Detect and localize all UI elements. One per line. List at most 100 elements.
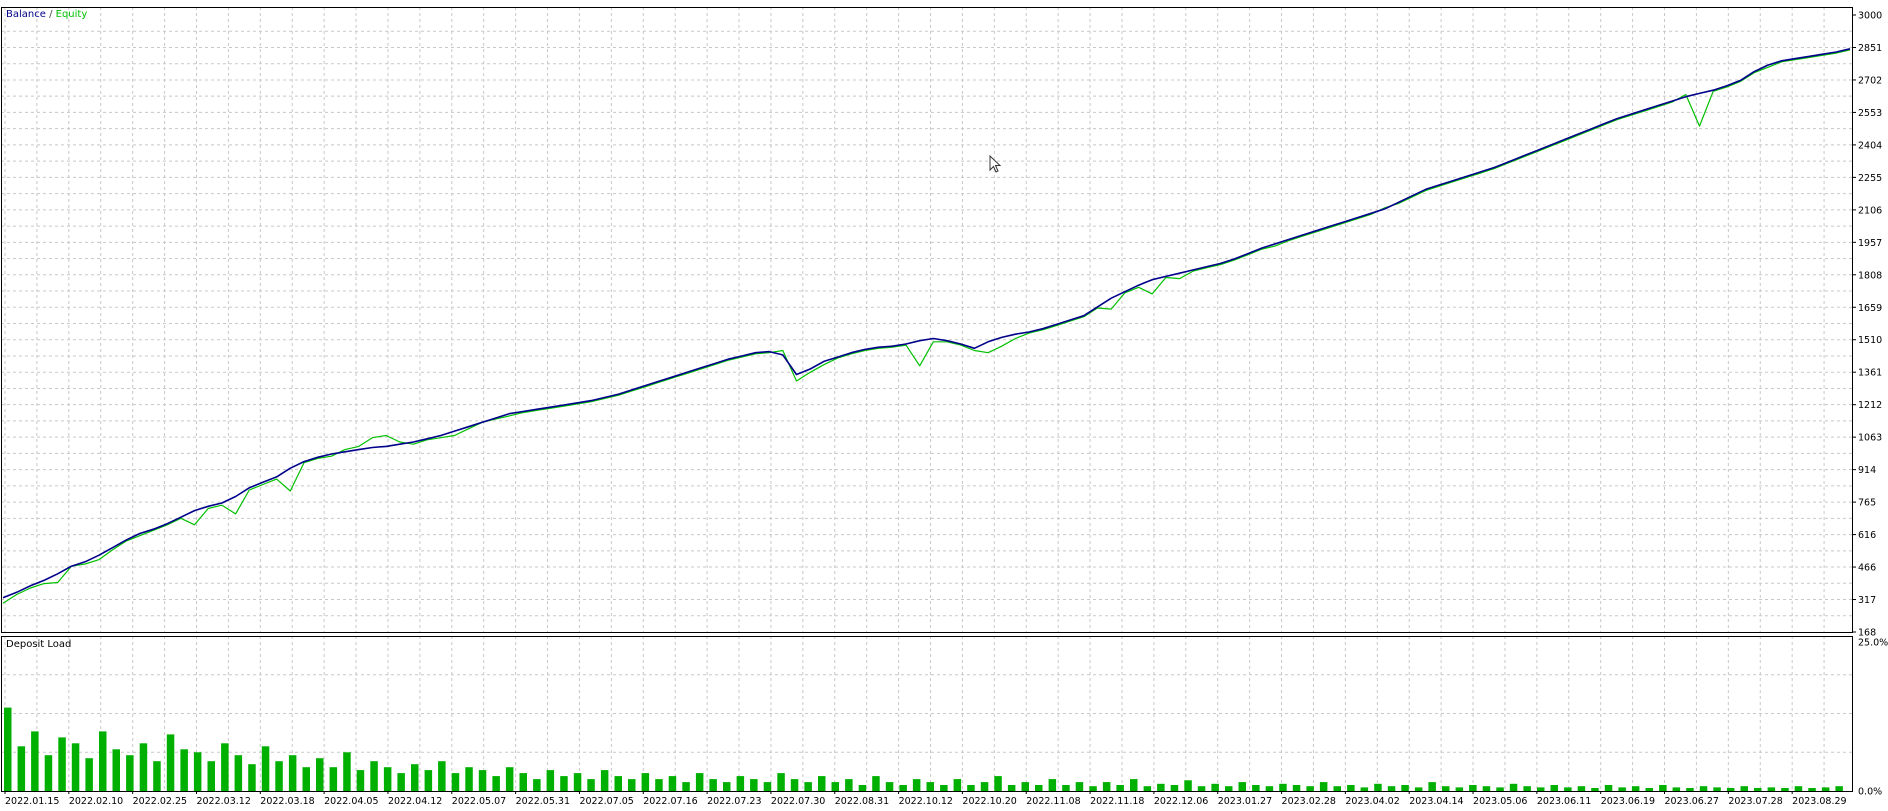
deposit-load-bar [234, 755, 243, 791]
x-tick-label: 2022.12.06 [1154, 796, 1208, 807]
deposit-load-bar [1645, 788, 1653, 791]
deposit-load-bar [994, 776, 1002, 791]
deposit-load-bar [465, 767, 473, 791]
deposit-load-bar [546, 770, 555, 791]
deposit-load-bar [126, 755, 134, 791]
deposit-load-bar [818, 776, 826, 791]
deposit-load-bar [940, 785, 948, 791]
x-tick-label: 2022.05.31 [516, 796, 570, 807]
deposit-load-bar [587, 779, 595, 791]
deposit-load-bar [1726, 788, 1735, 791]
strategy-tester-graph: 3000 2851 2702 2553 2404 2255 2106 1957 1808 1659… [0, 0, 1888, 807]
deposit-load-bar [397, 773, 405, 791]
deposit-load-bar [44, 755, 53, 791]
deposit-load-bar [899, 785, 907, 791]
x-tick-label: 2023.06.27 [1665, 796, 1719, 807]
deposit-load-bar [709, 779, 717, 791]
deposit-load-bar [1238, 782, 1246, 791]
deposit-load-bar [329, 767, 338, 791]
deposit-load-bar [1713, 787, 1721, 791]
deposit-load-bar [519, 773, 527, 791]
deposit-load-bar [139, 743, 148, 791]
x-tick-label: 2023.01.27 [1218, 796, 1272, 807]
deposit-load-bar [723, 782, 731, 791]
deposit-load-bar [1225, 786, 1233, 791]
deposit-load-bar [1754, 788, 1762, 791]
deposit-load-bar [31, 731, 39, 791]
deposit-load-bar [1781, 788, 1789, 791]
deposit-load-bar [560, 776, 568, 791]
deposit-load-bar [980, 782, 989, 791]
x-tick-label: 2022.04.12 [388, 796, 442, 807]
deposit-load-bar [1550, 785, 1558, 791]
deposit-load-bar [1564, 787, 1572, 791]
deposit-load-bar [424, 770, 433, 791]
y-tick-label: 2106 [1858, 205, 1882, 216]
x-tick-label: 2022.05.07 [452, 796, 506, 807]
deposit-load-bar [1116, 785, 1124, 791]
deposit-load-bar [1333, 786, 1341, 791]
deposit-load-bar [193, 752, 202, 791]
deposit-load-bar [668, 776, 677, 791]
legend-balance: Balance [6, 9, 46, 20]
deposit-load-bar [302, 767, 310, 791]
deposit-load-bar [1075, 782, 1084, 791]
deposit-load-bar [1007, 785, 1016, 791]
deposit-load-bar [1021, 782, 1029, 791]
deposit-load-bar [1347, 785, 1355, 791]
y-tick-label: 25.0% [1858, 638, 1888, 649]
chart-svg: 3000 2851 2702 2553 2404 2255 2106 1957 1808 1659… [0, 0, 1888, 807]
y-tick-label: 1957 [1858, 238, 1882, 249]
deposit-load-bar [221, 743, 229, 791]
deposit-load-bar [1279, 783, 1287, 791]
deposit-load-bar [478, 770, 487, 791]
x-tick-label: 2023.07.28 [1728, 796, 1782, 807]
x-tick-label: 2022.04.05 [324, 796, 378, 807]
deposit-load-bar [207, 761, 215, 791]
chart-background [0, 0, 1888, 807]
y-tick-label: 2553 [1858, 108, 1882, 119]
y-tick-label: 1510 [1858, 335, 1882, 346]
deposit-load-bar [1197, 786, 1206, 791]
deposit-load-bar [682, 782, 690, 791]
deposit-load-bar [370, 761, 378, 791]
deposit-load-bar [99, 731, 107, 791]
y-tick-label: 466 [1858, 563, 1876, 574]
deposit-load-bar [1591, 788, 1599, 791]
deposit-load-bar [858, 785, 867, 791]
x-tick-label: 2022.11.08 [1026, 796, 1080, 807]
x-tick-label: 2022.07.16 [643, 796, 697, 807]
deposit-load-bar [248, 764, 256, 791]
deposit-load-bar [1102, 782, 1111, 791]
deposit-load-bar [356, 770, 365, 791]
deposit-load-bar [967, 785, 975, 791]
deposit-load-bar [845, 779, 853, 791]
deposit-load-bar [1821, 787, 1830, 791]
deposit-load-bar [261, 746, 270, 791]
deposit-load-bar [1672, 787, 1681, 791]
deposit-load-bar [1170, 785, 1179, 791]
deposit-load-bar [1523, 786, 1531, 791]
y-tick-label: 2702 [1858, 75, 1882, 86]
deposit-load-bar [736, 776, 745, 791]
deposit-load-bar [1835, 786, 1843, 791]
deposit-load-bar [763, 782, 772, 791]
deposit-load-bar [1319, 782, 1328, 791]
deposit-load-bar [288, 755, 297, 791]
deposit-load-bar [1157, 783, 1165, 791]
x-tick-label: 2022.11.18 [1090, 796, 1144, 807]
deposit-load-bar [180, 749, 188, 791]
deposit-load-bar [4, 707, 12, 791]
deposit-load-bar [1482, 786, 1491, 791]
deposit-load-bar [1252, 785, 1260, 791]
x-tick-label: 2022.07.30 [771, 796, 825, 807]
deposit-load-bar [1509, 783, 1518, 791]
x-tick-label: 2022.10.12 [899, 796, 953, 807]
deposit-load-bar [628, 779, 636, 791]
x-tick-label: 2022.07.23 [707, 796, 761, 807]
y-tick-label: 2404 [1858, 140, 1882, 151]
deposit-load-bar [1184, 780, 1192, 791]
deposit-load-bar [600, 770, 609, 791]
x-tick-label: 2023.08.29 [1792, 796, 1846, 807]
deposit-load-bar [1360, 787, 1369, 791]
